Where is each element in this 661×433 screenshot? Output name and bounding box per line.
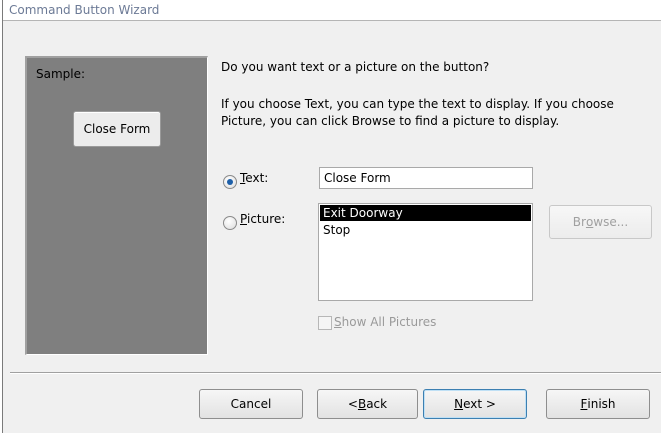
prompt-question: Do you want text or a picture on the but…: [221, 60, 490, 74]
list-item[interactable]: Stop: [320, 222, 531, 238]
sample-panel: Sample: Close Form: [25, 56, 208, 355]
footer-divider: [10, 372, 661, 374]
picture-list[interactable]: Exit Doorway Stop: [318, 203, 533, 301]
show-all-pictures-checkbox[interactable]: [318, 316, 332, 330]
picture-radio-label[interactable]: Picture:: [240, 212, 285, 226]
list-item[interactable]: Exit Doorway: [320, 205, 531, 221]
cancel-button[interactable]: Cancel: [199, 389, 303, 419]
show-all-pictures-label[interactable]: Show All Pictures: [334, 315, 436, 329]
browse-button[interactable]: Br o wse...: [549, 205, 652, 239]
sample-button-text: Close Form: [83, 122, 151, 136]
back-button[interactable]: < Back: [317, 389, 418, 419]
prompt-description: If you choose Text, you can type the tex…: [221, 97, 614, 128]
button-text-input[interactable]: Close Form: [319, 167, 533, 189]
picture-radio[interactable]: [223, 216, 237, 230]
sample-label: Sample:: [36, 67, 86, 81]
finish-button[interactable]: Finish: [546, 389, 650, 419]
text-radio[interactable]: [223, 175, 237, 189]
title-bar[interactable]: Command Button Wizard: [3, 0, 661, 21]
sample-button-preview: Close Form: [73, 111, 161, 147]
button-text-value: Close Form: [324, 171, 391, 185]
next-button[interactable]: Next >: [423, 389, 527, 419]
window-title: Command Button Wizard: [9, 3, 160, 17]
text-radio-label[interactable]: Text:: [240, 171, 268, 185]
radio-selected-dot: [227, 179, 233, 185]
